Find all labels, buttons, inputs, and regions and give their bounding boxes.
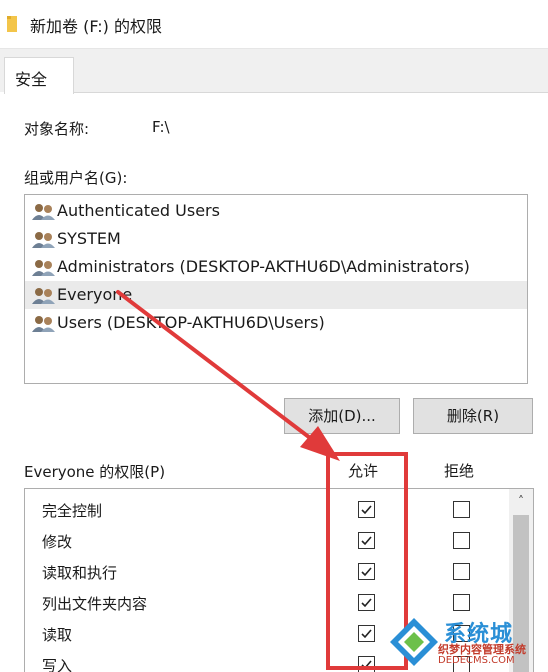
user-group-icon bbox=[32, 260, 55, 276]
user-group-icon bbox=[32, 204, 55, 220]
deny-checkbox[interactable] bbox=[453, 594, 470, 611]
permission-name: 列出文件夹内容 bbox=[42, 595, 148, 613]
watermark: 系统城 织梦内容管理系统 DEDECMS.COM bbox=[388, 612, 548, 672]
watermark-line2: DEDECMS.COM bbox=[438, 655, 515, 666]
object-name-value: F:\ bbox=[152, 118, 170, 136]
tab-strip: 安全 bbox=[0, 48, 548, 94]
user-group-icon bbox=[32, 288, 55, 304]
remove-button[interactable]: 删除(R) bbox=[413, 398, 533, 434]
user-name: Administrators (DESKTOP-AKTHU6D\Administ… bbox=[57, 257, 470, 276]
permission-name: 修改 bbox=[42, 533, 73, 551]
permissions-label: Everyone 的权限(P) bbox=[24, 463, 166, 481]
list-item-administrators[interactable]: Administrators (DESKTOP-AKTHU6D\Administ… bbox=[25, 253, 527, 281]
scroll-up-arrow-icon[interactable]: ˄ bbox=[509, 489, 533, 513]
user-name: Everyone bbox=[57, 285, 133, 304]
permission-name: 完全控制 bbox=[42, 502, 103, 520]
list-item-users[interactable]: Users (DESKTOP-AKTHU6D\Users) bbox=[25, 309, 527, 337]
list-item-authenticated-users[interactable]: Authenticated Users bbox=[25, 197, 527, 225]
permission-name: 读取 bbox=[42, 626, 73, 644]
tab-divider bbox=[73, 92, 548, 93]
permission-row-full-control: 完全控制 bbox=[25, 494, 505, 525]
permission-name: 写入 bbox=[42, 657, 73, 672]
permission-name: 读取和执行 bbox=[42, 564, 118, 582]
deny-column-header: 拒绝 bbox=[444, 462, 475, 480]
add-button[interactable]: 添加(D)... bbox=[284, 398, 400, 434]
deny-checkbox[interactable] bbox=[453, 501, 470, 518]
user-name: Authenticated Users bbox=[57, 201, 220, 220]
user-group-icon bbox=[32, 316, 55, 332]
group-list-label: 组或用户名(G): bbox=[24, 169, 128, 187]
user-group-icon bbox=[32, 232, 55, 248]
list-item-system[interactable]: SYSTEM bbox=[25, 225, 527, 253]
group-user-list[interactable]: Authenticated Users SYSTEM Administrator… bbox=[24, 194, 528, 384]
title-bar: 新加卷 (F:) 的权限 bbox=[0, 0, 548, 48]
user-name: Users (DESKTOP-AKTHU6D\Users) bbox=[57, 313, 325, 332]
deny-checkbox[interactable] bbox=[453, 532, 470, 549]
object-name-label: 对象名称: bbox=[24, 120, 90, 138]
permission-row-modify: 修改 bbox=[25, 525, 505, 556]
permission-row-read-execute: 读取和执行 bbox=[25, 556, 505, 587]
folder-icon bbox=[7, 16, 17, 32]
tab-security[interactable]: 安全 bbox=[4, 57, 74, 94]
list-item-everyone[interactable]: Everyone bbox=[25, 281, 527, 309]
watermark-logo-icon bbox=[390, 618, 438, 666]
window-title: 新加卷 (F:) 的权限 bbox=[30, 17, 163, 36]
deny-checkbox[interactable] bbox=[453, 563, 470, 580]
user-name: SYSTEM bbox=[57, 229, 121, 248]
